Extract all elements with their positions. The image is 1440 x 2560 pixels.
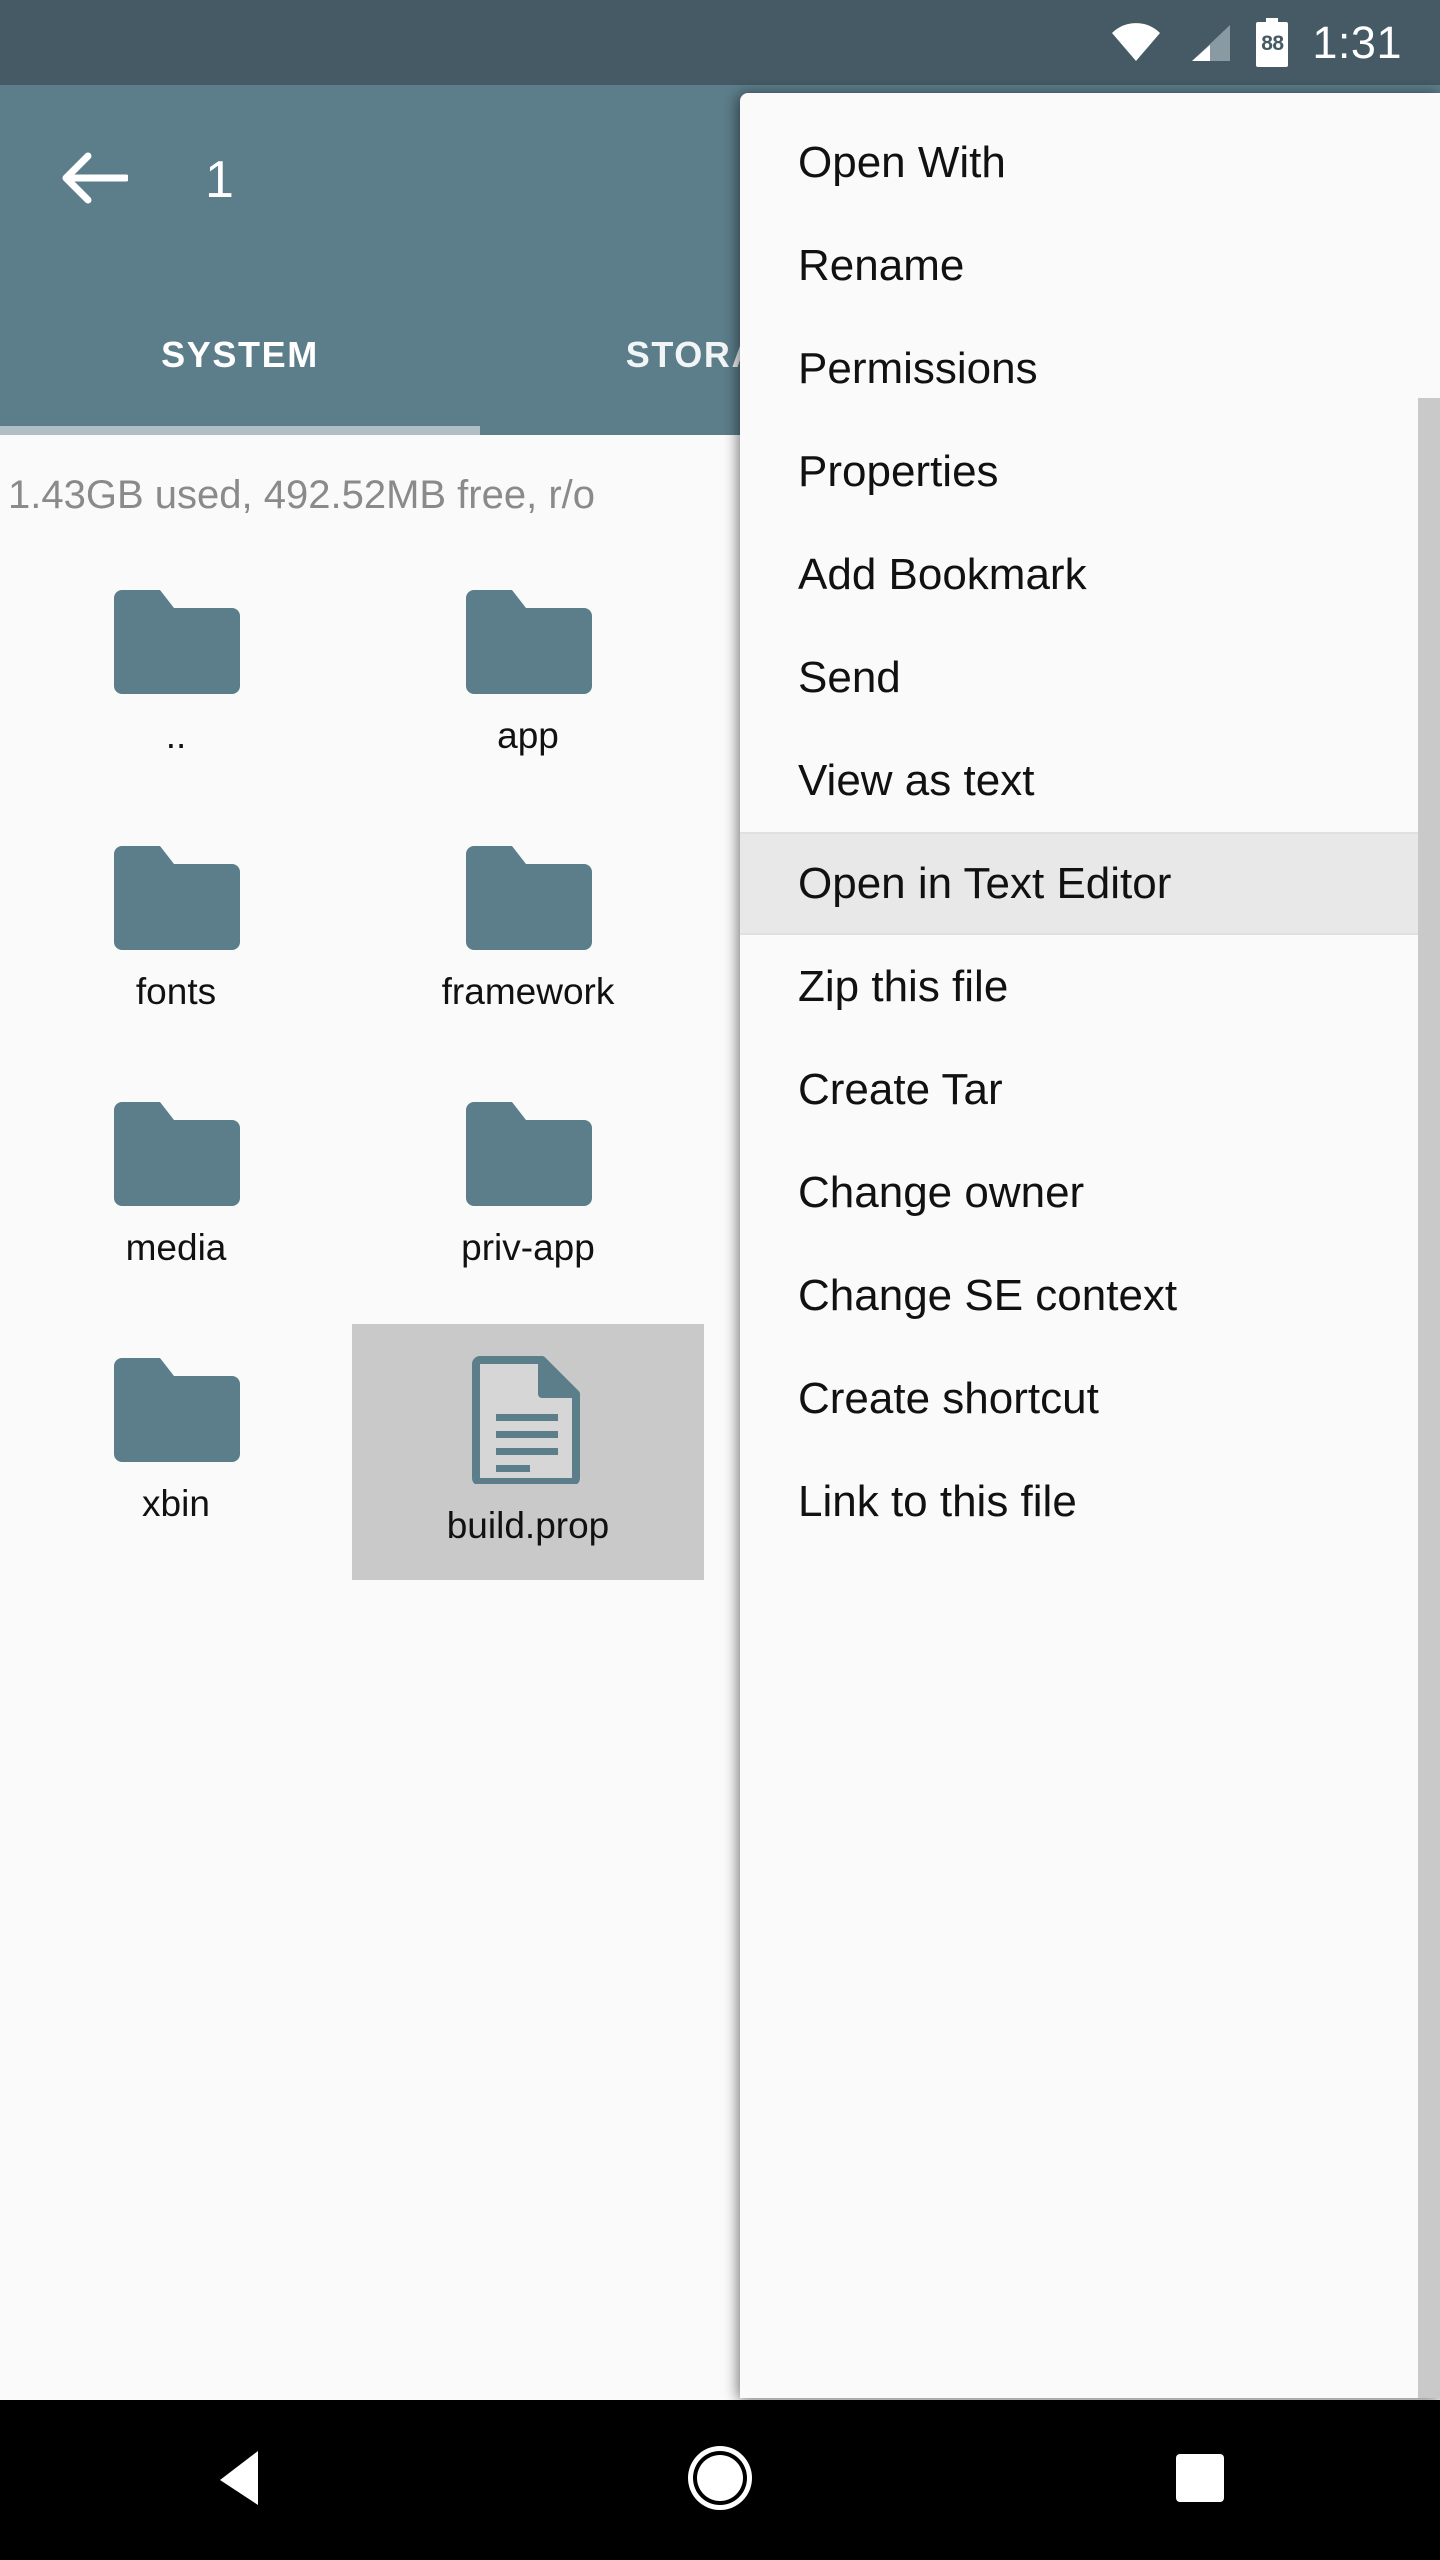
grid-item-label: xbin	[142, 1483, 210, 1524]
menu-item-permissions[interactable]: Permissions	[740, 317, 1440, 420]
nav-back-triangle-icon	[214, 2449, 266, 2512]
grid-item-label: framework	[441, 971, 615, 1012]
context-menu: Open With Rename Permissions Properties …	[740, 93, 1440, 2398]
folder-icon	[108, 586, 244, 699]
folder-icon	[108, 1354, 244, 1467]
menu-item-label: Create shortcut	[798, 1373, 1099, 1423]
menu-item-label: Zip this file	[798, 961, 1009, 1011]
grid-item-label: priv-app	[461, 1227, 595, 1268]
menu-item-zip-this-file[interactable]: Zip this file	[740, 935, 1440, 1038]
menu-item-label: View as text	[798, 755, 1035, 805]
grid-item-label: ..	[165, 715, 187, 756]
folder-icon	[460, 1098, 596, 1211]
menu-item-link-to-this-file[interactable]: Link to this file	[740, 1450, 1440, 1553]
menu-item-label: Open in Text Editor	[798, 858, 1172, 908]
menu-item-open-in-text-editor[interactable]: Open in Text Editor	[740, 832, 1440, 935]
grid-item-label: media	[125, 1227, 227, 1268]
menu-item-label: Create Tar	[798, 1064, 1003, 1114]
grid-item-xbin[interactable]: xbin	[0, 1324, 352, 1580]
grid-item-priv-app[interactable]: priv-app	[352, 1068, 704, 1324]
grid-item-media[interactable]: media	[0, 1068, 352, 1324]
page-title: 1	[205, 151, 234, 209]
grid-item-parent-dir[interactable]: ..	[0, 556, 352, 812]
nav-recents-button[interactable]	[1110, 2400, 1290, 2560]
menu-item-label: Rename	[798, 240, 965, 290]
battery-icon: 88	[1254, 17, 1290, 68]
menu-item-rename[interactable]: Rename	[740, 214, 1440, 317]
folder-icon	[108, 842, 244, 955]
grid-item-build-prop[interactable]: build.prop	[352, 1324, 704, 1580]
menu-item-view-as-text[interactable]: View as text	[740, 729, 1440, 832]
folder-icon	[108, 1098, 244, 1211]
menu-item-properties[interactable]: Properties	[740, 420, 1440, 523]
status-bar: 88 1:31	[0, 0, 1440, 85]
grid-item-label: build.prop	[446, 1505, 610, 1546]
back-button[interactable]	[40, 125, 150, 235]
menu-item-add-bookmark[interactable]: Add Bookmark	[740, 523, 1440, 626]
nav-home-circle-icon	[684, 2442, 756, 2519]
grid-item-label: app	[497, 715, 559, 756]
tab-active-indicator	[0, 426, 480, 435]
tab-system-label: SYSTEM	[161, 334, 319, 375]
grid-item-app[interactable]: app	[352, 556, 704, 812]
menu-item-label: Change owner	[798, 1167, 1085, 1217]
menu-item-change-owner[interactable]: Change owner	[740, 1141, 1440, 1244]
nav-home-button[interactable]	[630, 2400, 810, 2560]
menu-item-label: Permissions	[798, 343, 1038, 393]
menu-item-change-se-context[interactable]: Change SE context	[740, 1244, 1440, 1347]
menu-item-label: Change SE context	[798, 1270, 1178, 1320]
grid-item-fonts[interactable]: fonts	[0, 812, 352, 1068]
cell-signal-icon	[1184, 23, 1232, 63]
back-arrow-icon	[62, 150, 130, 211]
menu-item-label: Send	[798, 652, 901, 702]
nav-back-button[interactable]	[150, 2400, 330, 2560]
menu-item-label: Open With	[798, 137, 1006, 187]
system-navigation-bar	[0, 2400, 1440, 2560]
menu-item-label: Add Bookmark	[798, 549, 1087, 599]
menu-item-send[interactable]: Send	[740, 626, 1440, 729]
menu-item-create-shortcut[interactable]: Create shortcut	[740, 1347, 1440, 1450]
tab-system[interactable]: SYSTEM	[0, 275, 480, 435]
text-file-icon	[472, 1354, 584, 1489]
grid-item-framework[interactable]: framework	[352, 812, 704, 1068]
folder-icon	[460, 586, 596, 699]
grid-item-label: fonts	[135, 971, 217, 1012]
menu-item-label: Properties	[798, 446, 999, 496]
menu-scrollbar[interactable]	[1418, 398, 1440, 2398]
wifi-icon	[1110, 22, 1162, 63]
nav-recents-square-icon	[1173, 2451, 1227, 2510]
folder-icon	[460, 842, 596, 955]
battery-level-label: 88	[1261, 31, 1284, 55]
menu-item-open-with[interactable]: Open With	[740, 111, 1440, 214]
status-bar-clock: 1:31	[1312, 17, 1402, 68]
android-screen: 88 1:31 1 SYSTEM STORAGE 1.43GB used, 49…	[0, 0, 1440, 2560]
menu-item-create-tar[interactable]: Create Tar	[740, 1038, 1440, 1141]
menu-item-label: Link to this file	[798, 1476, 1077, 1526]
